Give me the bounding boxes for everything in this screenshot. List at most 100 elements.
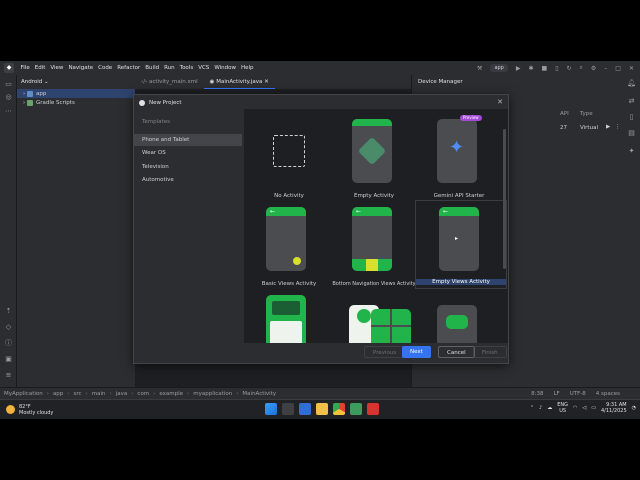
gem-icon[interactable]: ◇ <box>4 323 13 332</box>
category-phone-and-tablet[interactable]: Phone and Tablet <box>134 134 242 146</box>
cancel-button[interactable]: Cancel <box>438 346 475 358</box>
previous-button[interactable]: Previous <box>364 346 406 358</box>
caret-position[interactable]: 8:38 <box>531 391 543 397</box>
notifications-icon[interactable]: 🔔︎ <box>627 79 636 88</box>
logcat-icon[interactable]: ≡ <box>4 371 13 380</box>
template-no-activity[interactable]: No Activity <box>244 117 334 205</box>
running-devices-icon[interactable]: ▤ <box>627 129 636 138</box>
device-more-icon[interactable]: ⋮ <box>615 124 621 130</box>
file-explorer-icon[interactable] <box>316 403 328 415</box>
next-button[interactable]: Next <box>402 346 431 358</box>
breadcrumb-item[interactable]: src <box>74 391 82 397</box>
template-game-activity[interactable] <box>414 305 504 343</box>
template-empty-activity[interactable]: Empty Activity <box>329 117 419 205</box>
template-empty-views-activity[interactable]: ← ▸ Empty Views Activity <box>415 200 507 289</box>
menu-run[interactable]: Run <box>162 65 178 71</box>
breadcrumb-item[interactable]: MainActivity <box>242 391 276 397</box>
menu-code[interactable]: Code <box>96 65 115 71</box>
battery-icon[interactable]: ▭ <box>591 405 596 411</box>
terminal-icon[interactable]: ▣ <box>4 355 13 364</box>
sync-icon[interactable]: ↻ <box>567 65 572 72</box>
app-icon[interactable] <box>367 403 379 415</box>
android-studio-taskbar-icon[interactable] <box>350 403 362 415</box>
gemini-icon[interactable]: ✦ <box>627 147 636 156</box>
device-icon[interactable]: ▯ <box>555 65 558 72</box>
finish-button[interactable]: Finish <box>473 346 507 358</box>
wifi-icon[interactable]: ◠ <box>573 405 577 411</box>
device-manager-icon[interactable]: ▯ <box>627 113 636 122</box>
template-responsive-views[interactable] <box>244 295 334 343</box>
menu-window[interactable]: Window <box>212 65 239 71</box>
breadcrumb-item[interactable]: java <box>116 391 128 397</box>
notification-bell-icon[interactable]: ◔ <box>632 405 636 411</box>
close-icon[interactable]: ✕ <box>497 98 503 106</box>
chevron-up-icon[interactable]: ⌃ <box>530 405 534 411</box>
tree-item-gradle-scripts[interactable]: › Gradle Scripts <box>17 98 135 107</box>
line-separator[interactable]: LF <box>553 391 559 397</box>
taskbar-apps <box>265 403 379 415</box>
breadcrumb-item[interactable]: main <box>92 391 106 397</box>
template-navigation-drawer[interactable] <box>329 305 419 343</box>
debug-icon[interactable]: ✱ <box>528 65 533 72</box>
category-automotive[interactable]: Automotive <box>134 174 242 186</box>
start-icon[interactable] <box>265 403 277 415</box>
category-wear-os[interactable]: Wear OS <box>134 147 242 159</box>
cloud-icon[interactable]: ☁ <box>547 405 552 411</box>
menu-view[interactable]: View <box>48 65 66 71</box>
template-gemini-api-starter[interactable]: ✦ Preview Gemini API Starter <box>414 115 504 205</box>
search-icon[interactable] <box>282 403 294 415</box>
file-encoding[interactable]: UTF-8 <box>570 391 586 397</box>
breadcrumb-item[interactable]: MyApplication <box>4 391 43 397</box>
menu-help[interactable]: Help <box>239 65 257 71</box>
task-view-icon[interactable] <box>299 403 311 415</box>
more-icon[interactable]: ⋯ <box>4 107 13 116</box>
menu-file[interactable]: File <box>18 65 32 71</box>
indent-setting[interactable]: 4 spaces <box>596 391 620 397</box>
menu-tools[interactable]: Tools <box>177 65 196 71</box>
breadcrumb-item[interactable]: myapplication <box>193 391 232 397</box>
breadcrumb-item[interactable]: com <box>137 391 149 397</box>
gradle-panel-icon[interactable]: ⇄ <box>627 97 636 106</box>
tree-item-app[interactable]: › app <box>17 89 135 98</box>
gear-icon[interactable]: ⚙ <box>591 65 596 72</box>
android-studio-logo-icon[interactable]: ◆ <box>4 63 14 73</box>
commit-icon[interactable]: ◎ <box>4 93 13 102</box>
close-tab-icon[interactable]: ✕ <box>264 79 269 85</box>
chrome-icon[interactable] <box>333 403 345 415</box>
preview-badge: Preview <box>460 115 482 121</box>
device-type: Virtual <box>580 125 598 131</box>
close-window-icon[interactable]: ✕ <box>629 65 634 72</box>
project-view-selector[interactable]: Android ⌄ <box>17 75 135 89</box>
speaker-icon[interactable]: ◁ <box>582 405 586 411</box>
problems-icon[interactable]: ⓘ <box>4 339 13 348</box>
language-indicator[interactable]: ENG US <box>557 402 568 414</box>
category-television[interactable]: Television <box>134 161 242 173</box>
run-config-selector[interactable]: app <box>490 64 508 72</box>
compose-icon <box>357 136 387 166</box>
build-icon[interactable]: ⇡ <box>4 307 13 316</box>
clock[interactable]: 9:31 AM 4/11/2025 <box>601 402 627 414</box>
stop-icon[interactable]: ■ <box>542 65 548 72</box>
folder-icon[interactable]: ▭ <box>4 80 13 89</box>
template-bottom-navigation-views-activity[interactable]: ← Bottom Navigation Views Activity <box>329 207 419 295</box>
menu-vcs[interactable]: VCS <box>196 65 212 71</box>
breadcrumb-item[interactable]: app <box>53 391 63 397</box>
search-icon[interactable]: ⌕ <box>580 64 583 72</box>
menu-navigate[interactable]: Navigate <box>66 65 96 71</box>
tab-main-activity-java[interactable]: ◉ MainActivity.java ✕ <box>203 75 275 89</box>
template-basic-views-activity[interactable]: ← Basic Views Activity <box>244 207 334 295</box>
folder-icon <box>26 90 33 97</box>
hammer-icon[interactable]: ⚒ <box>477 65 482 72</box>
template-grid-scrollbar[interactable] <box>503 129 506 269</box>
breadcrumb-item[interactable]: example <box>159 391 183 397</box>
menu-edit[interactable]: Edit <box>32 65 48 71</box>
minimize-icon[interactable]: – <box>604 65 607 72</box>
weather-widget[interactable]: 82°F Mostly cloudy <box>0 404 53 416</box>
run-icon[interactable]: ▶ <box>516 65 521 72</box>
menu-refactor[interactable]: Refactor <box>115 65 143 71</box>
maximize-icon[interactable]: □ <box>615 65 621 72</box>
tab-activity-main-xml[interactable]: ‹/› activity_main.xml <box>135 75 204 89</box>
launch-device-icon[interactable]: ▶ <box>606 124 610 130</box>
menu-build[interactable]: Build <box>143 65 162 71</box>
microphone-icon[interactable]: ♪ <box>539 405 542 411</box>
